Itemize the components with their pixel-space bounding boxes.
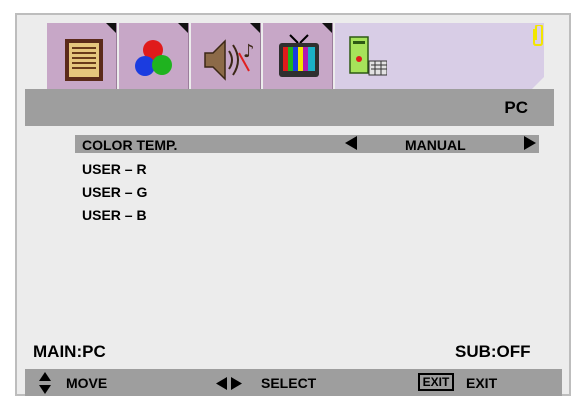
footer-move-label: MOVE [66,375,108,391]
page-title: PC [504,98,528,117]
menu-item-user-r[interactable]: USER – R [82,161,147,177]
footer-exit-label: EXIT [466,375,498,391]
svg-text:♪: ♪ [243,41,255,62]
arrow-right-icon[interactable] [524,136,536,150]
menu-item-user-g[interactable]: USER – G [82,184,147,200]
active-panel-extension [387,23,544,89]
main-source-status: MAIN:PC [33,342,106,361]
exit-key-icon[interactable]: EXIT [418,373,454,391]
menu-item-user-b[interactable]: USER – B [82,207,147,223]
tab-color[interactable] [119,23,189,89]
up-down-arrows-icon [39,372,51,394]
menu-title-bar: PC [25,89,554,126]
footer-select-label: SELECT [261,375,317,391]
tv-menu-icon [279,34,319,77]
color-temp-value: MANUAL [405,137,466,153]
tab-tv[interactable] [263,23,333,89]
paperclip-icon [533,25,543,46]
tab-audio[interactable]: ♪ [191,23,261,89]
left-right-arrows-icon [216,377,242,390]
picture-menu-icon [65,39,103,81]
audio-menu-icon: ♪ [204,39,255,81]
arrow-left-icon[interactable] [345,136,357,150]
color-menu-icon [135,40,172,76]
tab-picture[interactable] [47,23,117,89]
sub-source-status: SUB:OFF [455,342,531,361]
menu-item-color-temp[interactable]: COLOR TEMP. [82,137,177,153]
